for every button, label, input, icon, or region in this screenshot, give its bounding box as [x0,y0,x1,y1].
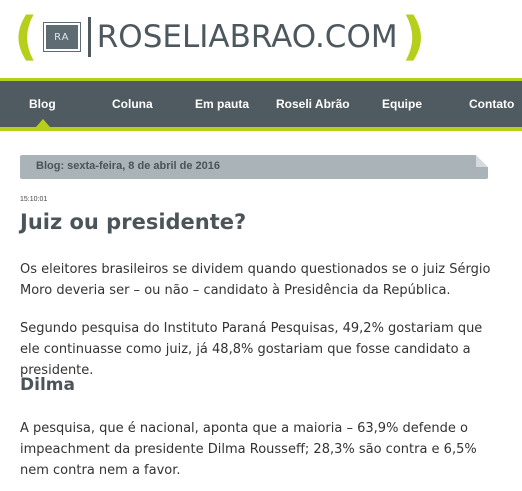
main-nav: Blog Coluna Em pauta Roseli Abrão Equipe… [0,81,522,127]
page-fold-icon [476,155,488,167]
nav-item-em-pauta[interactable]: Em pauta [195,81,249,127]
date-bar: Blog: sexta-feira, 8 de abril de 2016 [20,155,488,179]
post-paragraph-1: Os eleitores brasileiros se dividem quan… [20,262,491,298]
post-title[interactable]: Juiz ou presidente? [20,210,246,234]
date-bar-text: Blog: sexta-feira, 8 de abril de 2016 [36,160,221,172]
post-paragraph-2: Segundo pesquisa do Instituto Paraná Pes… [20,321,483,378]
logo-separator [87,17,91,57]
site-header: ( RA ROSELIABRAO.COM ) [0,0,522,78]
nav-item-contato[interactable]: Contato [469,81,514,127]
nav-item-roseli-abrao[interactable]: Roseli Abrão [276,81,350,127]
logo-badge: RA [42,22,81,52]
post-paragraph-3: A pesquisa, que é nacional, aponta que a… [20,421,477,478]
nav-item-coluna[interactable]: Coluna [112,81,153,127]
post-subheading: Dilma [20,375,75,395]
logo-left-paren: ( [14,7,38,67]
nav-bottom-accent-line [0,127,522,131]
logo-right-paren: ) [401,7,426,67]
site-logo[interactable]: ( RA ROSELIABRAO.COM ) [14,8,425,66]
post-time: 15:10:01 [20,196,48,203]
logo-text: ROSELIABRAO.COM [96,19,398,55]
nav-item-equipe[interactable]: Equipe [382,81,422,127]
active-nav-indicator-icon [36,119,50,127]
